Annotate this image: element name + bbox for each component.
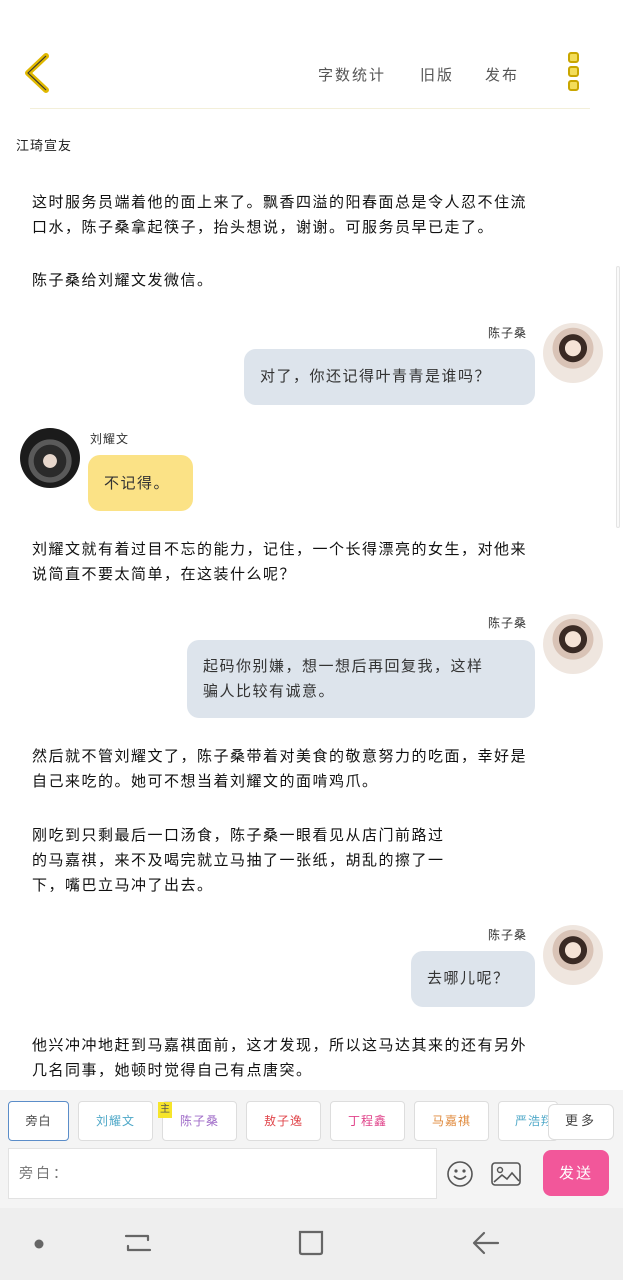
narration-paragraph: 刚吃到只剩最后一口汤食，陈子桑一眼看见从店门前路过 的马嘉祺，来不及喝完就立马抽了… — [32, 826, 445, 894]
narration-paragraph: 然后就不管刘耀文了，陈子桑带着对美食的敬意努力的吃面，幸好是 自己来吃的。她可不想… — [32, 747, 528, 790]
send-button[interactable]: 发送 — [543, 1150, 609, 1196]
avatar[interactable] — [543, 614, 603, 674]
role-chip-narration[interactable]: 旁白 — [8, 1101, 69, 1141]
avatar[interactable] — [543, 323, 603, 383]
role-chip[interactable]: 马嘉祺 — [414, 1101, 489, 1141]
message-bubble[interactable]: 对了，你还记得叶青青是谁吗？ — [244, 349, 535, 405]
speaker-name: 陈子桑 — [488, 928, 528, 942]
chip-label: 旁白 — [25, 1114, 52, 1128]
speaker-name: 刘耀文 — [90, 432, 130, 446]
message-input[interactable] — [19, 1149, 436, 1199]
narration-paragraph: 他兴冲冲地赶到马嘉祺面前，这才发现，所以这马达其来的还有另外 几名同事，她顿时觉得… — [32, 1036, 528, 1079]
role-chip[interactable]: 丁程鑫 — [330, 1101, 405, 1141]
back-arrow-icon[interactable] — [18, 50, 58, 96]
old-version-link[interactable]: 旧版 — [420, 64, 454, 85]
header-divider — [30, 108, 590, 109]
emoji-icon[interactable] — [446, 1160, 474, 1188]
narration-paragraph: 刘耀文就有着过目不忘的能力，记住，一个长得漂亮的女生，对他来 说简直不要太简单，在… — [32, 540, 528, 583]
message-input-box[interactable] — [8, 1148, 437, 1199]
chip-label: 敖子逸 — [263, 1114, 303, 1128]
more-roles-button[interactable]: 更多 — [548, 1104, 614, 1140]
home-icon[interactable] — [296, 1228, 326, 1258]
narration-paragraph: 陈子桑给刘耀文发微信。 — [32, 271, 214, 289]
recent-apps-icon[interactable] — [122, 1228, 154, 1258]
avatar[interactable] — [543, 925, 603, 985]
system-nav-bar — [0, 1208, 623, 1280]
message-bubble[interactable]: 去哪儿呢？ — [411, 951, 535, 1007]
chip-label: 刘耀文 — [95, 1114, 135, 1128]
more-menu-icon[interactable] — [562, 52, 584, 96]
book-title: 江琦宣友 — [16, 139, 73, 154]
main-role-badge: 主 — [158, 1102, 172, 1118]
word-count-link[interactable]: 字数统计 — [318, 64, 386, 85]
top-bar: 字数统计 旧版 发布 — [0, 0, 623, 110]
speaker-name: 陈子桑 — [488, 326, 528, 340]
image-icon[interactable] — [491, 1162, 521, 1186]
chip-label: 丁程鑫 — [347, 1114, 387, 1128]
narration-paragraph: 这时服务员端着他的面上来了。飘香四溢的阳春面总是令人忍不住流 口水，陈子桑拿起筷子… — [32, 193, 528, 236]
publish-link[interactable]: 发布 — [485, 64, 519, 85]
scrollbar[interactable] — [616, 266, 620, 528]
chip-label: 陈子桑 — [179, 1114, 219, 1128]
message-bubble[interactable]: 不记得。 — [88, 455, 193, 511]
nav-dot-icon[interactable] — [33, 1238, 45, 1250]
avatar[interactable] — [20, 428, 80, 488]
message-bubble[interactable]: 起码你别嫌，想一想后再回复我，这样 骗人比较有诚意。 — [187, 640, 535, 718]
role-chip[interactable]: 陈子桑 — [162, 1101, 237, 1141]
role-chip[interactable]: 敖子逸 — [246, 1101, 321, 1141]
back-nav-icon[interactable] — [470, 1228, 502, 1258]
role-chip[interactable]: 刘耀文 — [78, 1101, 153, 1141]
speaker-name: 陈子桑 — [488, 616, 528, 630]
chip-label: 马嘉祺 — [431, 1114, 471, 1128]
